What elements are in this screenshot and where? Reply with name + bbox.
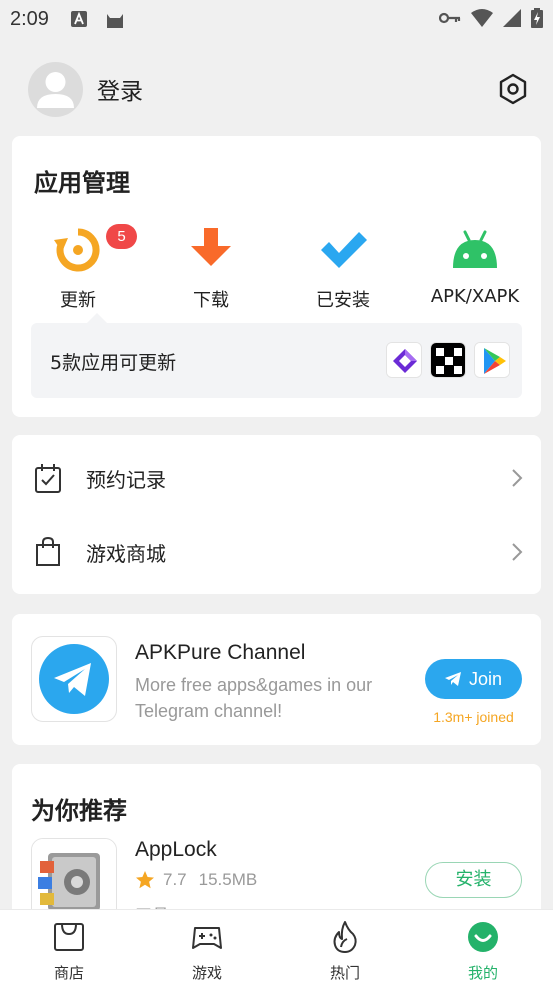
join-label: Join <box>468 668 503 689</box>
updates-available-text: 5款应用可更新 <box>50 352 177 374</box>
android-icon <box>453 230 497 268</box>
install-button[interactable]: 安装 <box>425 862 522 898</box>
avatar[interactable] <box>28 61 83 117</box>
smile-icon <box>468 922 498 952</box>
tab-label: 游戏 <box>191 964 222 982</box>
updates-label: 更新 <box>60 290 96 311</box>
update-count-badge: 5 <box>106 224 137 249</box>
tab-label: 商店 <box>53 964 84 982</box>
store-icon <box>54 923 84 951</box>
app-management-title: 应用管理 <box>34 169 130 197</box>
vpn-key-icon <box>439 12 461 24</box>
recommended-app-meta: 7.7 15.5MB <box>135 870 257 890</box>
battery-charging-icon <box>531 8 543 28</box>
shopping-bag-icon <box>36 536 60 566</box>
app-icon-qr-game <box>430 342 466 378</box>
records-menu-card: 预约记录 游戏商城 <box>12 435 541 594</box>
app-rating: 7.7 <box>163 870 187 889</box>
pointer-arrow <box>87 313 107 323</box>
profile-header: 登录 <box>28 61 528 117</box>
user-placeholder-icon <box>37 71 74 108</box>
downloads-button[interactable]: 下载 <box>156 226 266 312</box>
app-management-card: 应用管理 更新 下载 已安装 APK/XAPK 5 5款应用可更新 <box>12 136 541 417</box>
tab-mine[interactable]: 我的 <box>438 920 528 983</box>
calendar-check-icon <box>35 464 61 493</box>
telegram-channel-description: More free apps&games in our Telegram cha… <box>135 675 373 721</box>
update-icon <box>54 228 100 272</box>
join-telegram-button[interactable]: Join <box>425 659 522 699</box>
recommend-title: 为你推荐 <box>31 797 127 825</box>
apk-xapk-button[interactable]: APK/XAPK <box>420 226 530 307</box>
gamepad-icon <box>192 927 222 949</box>
list-item-label: 游戏商城 <box>86 541 166 566</box>
telegram-channel-title: APKPure Channel <box>135 641 306 664</box>
list-item-label: 预约记录 <box>86 467 166 492</box>
star-icon <box>136 871 154 889</box>
signal-icon <box>503 9 521 27</box>
chevron-right-icon <box>512 543 523 561</box>
telegram-logo <box>31 636 117 722</box>
keyboard-a-icon <box>70 11 87 27</box>
status-bar: 2:09 <box>0 0 553 38</box>
installed-label: 已安装 <box>316 290 370 311</box>
list-item-reservations[interactable]: 预约记录 <box>12 445 541 511</box>
tab-games[interactable]: 游戏 <box>162 920 252 983</box>
download-icon <box>191 228 231 266</box>
wifi-icon <box>471 9 493 27</box>
update-app-icons <box>386 342 510 378</box>
telegram-channel-card: APKPure Channel More free apps&games in … <box>12 614 541 745</box>
list-item-game-store[interactable]: 游戏商城 <box>12 519 541 585</box>
installed-check-icon <box>321 232 367 268</box>
app-size: 15.5MB <box>198 870 258 889</box>
bottom-navigation: 商店 游戏 热门 我的 <box>0 909 553 984</box>
send-icon <box>444 672 461 686</box>
joined-count: 1.3m+ joined <box>433 709 514 725</box>
downloads-label: 下载 <box>193 290 229 311</box>
tab-store[interactable]: 商店 <box>24 920 114 983</box>
app-icon-google-play <box>474 342 510 378</box>
installed-button[interactable]: 已安装 <box>288 226 398 312</box>
telegram-icon <box>39 644 109 714</box>
app-management-row: 更新 下载 已安装 APK/XAPK <box>12 226 541 311</box>
tab-label: 热门 <box>329 964 360 982</box>
cat-icon <box>106 14 123 28</box>
recommended-app-name: AppLock <box>135 838 217 861</box>
login-link[interactable]: 登录 <box>97 72 143 106</box>
flame-icon <box>333 921 357 953</box>
tab-label: 我的 <box>467 964 498 982</box>
app-icon-c-launcher <box>386 342 422 378</box>
settings-gear-icon[interactable] <box>498 73 528 105</box>
updates-available-banner[interactable]: 5款应用可更新 <box>31 313 522 398</box>
chevron-right-icon <box>512 469 523 487</box>
apk-xapk-label: APK/XAPK <box>430 286 520 307</box>
tab-hot[interactable]: 热门 <box>300 920 390 983</box>
status-time: 2:09 <box>10 7 49 30</box>
